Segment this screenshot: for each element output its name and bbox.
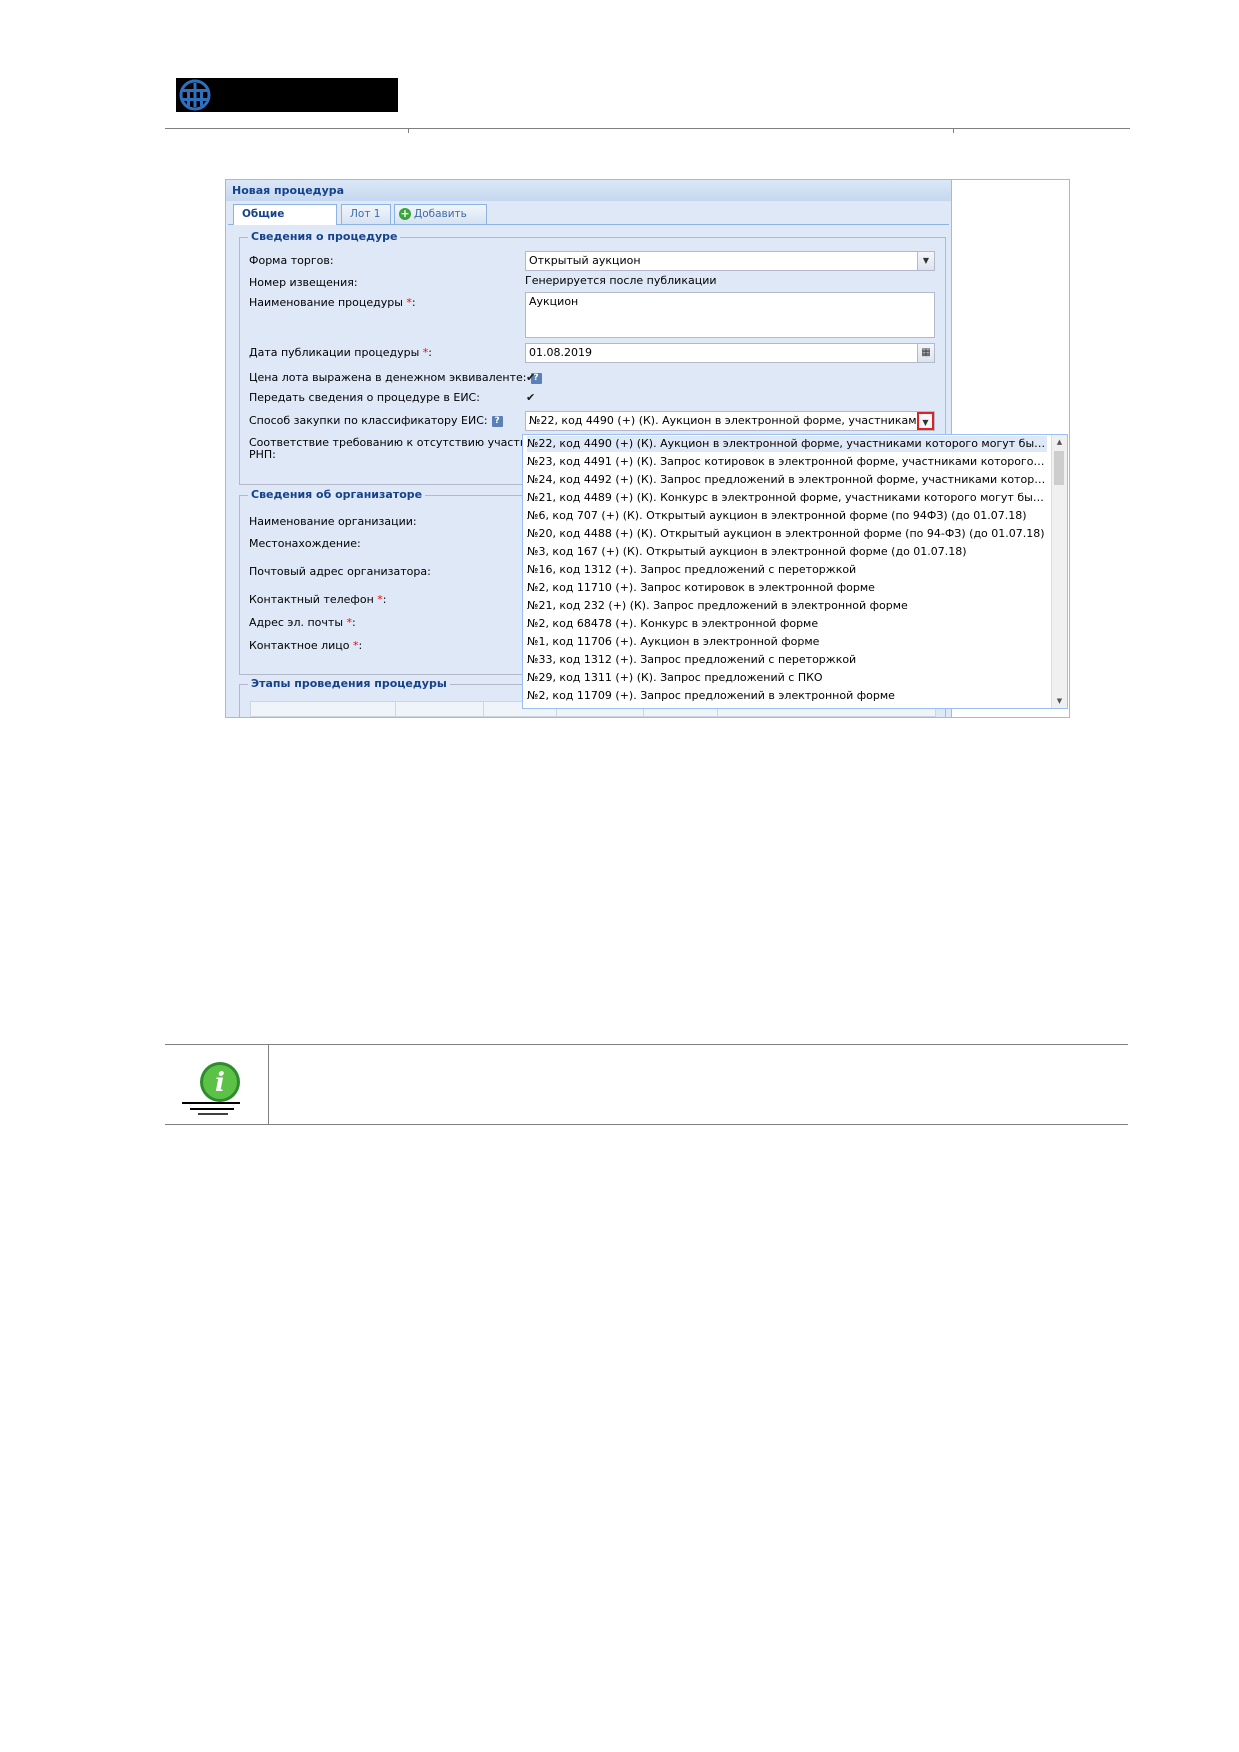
email-label-text: Адрес эл. почты bbox=[249, 616, 343, 629]
tab-label: Лот 1 bbox=[350, 208, 381, 220]
price-label: Цена лота выражена в денежном эквивалент… bbox=[249, 371, 542, 384]
dropdown-option[interactable]: №22, код 4490 (+) (К). Аукцион в электро… bbox=[527, 436, 1047, 452]
dropdown-option[interactable]: №16, код 1312 (+). Запрос предложений с … bbox=[527, 562, 1047, 578]
name-label-text: Наименование процедуры bbox=[249, 296, 403, 309]
dropdown-option[interactable]: №6, код 707 (+) (К). Открытый аукцион в … bbox=[527, 508, 1047, 524]
dropdown-option[interactable]: №3, код 167 (+) (К). Открытый аукцион в … bbox=[527, 544, 1047, 560]
pubdate-input[interactable]: 01.08.2019 ▦ bbox=[525, 343, 935, 363]
dropdown-option[interactable]: №21, код 232 (+) (К). Запрос предложений… bbox=[527, 598, 1047, 614]
rnp-label-cont: РНП: bbox=[249, 448, 276, 461]
company-logo bbox=[176, 78, 398, 112]
tab-bar: Общие сведения Лот 1× +Добавить лот bbox=[228, 201, 949, 238]
dropdown-option[interactable]: №2, код 11710 (+). Запрос котировок в эл… bbox=[527, 580, 1047, 596]
dropdown-option[interactable]: №1, код 11706 (+). Аукцион в электронной… bbox=[527, 634, 1047, 650]
window-title: Новая процедура bbox=[226, 180, 951, 201]
eis-checkbox[interactable]: ✔ bbox=[526, 392, 537, 403]
note-divider bbox=[268, 1044, 269, 1125]
fieldset-legend: Сведения об организаторе bbox=[248, 488, 426, 501]
note-bottom-rule bbox=[165, 1124, 1128, 1125]
label-colon: : bbox=[358, 639, 363, 652]
label-colon: : bbox=[352, 616, 356, 629]
tab-general-info[interactable]: Общие сведения bbox=[233, 204, 337, 238]
dropdown-scrollbar[interactable]: ▲ ▼ bbox=[1051, 435, 1067, 708]
scroll-down-icon[interactable]: ▼ bbox=[1052, 694, 1067, 708]
dropdown-option[interactable]: №29, код 1311 (+) (К). Запрос предложени… bbox=[527, 670, 1047, 686]
phone-label: Контактный телефон *: bbox=[249, 593, 386, 606]
tab-lot-1[interactable]: Лот 1× bbox=[341, 204, 391, 238]
fieldset-legend: Сведения о процедуре bbox=[248, 230, 401, 243]
dropdown-option[interactable]: №20, код 4488 (+) (К). Открытый аукцион … bbox=[527, 526, 1047, 542]
location-label: Местонахождение: bbox=[249, 537, 361, 550]
email-label: Адрес эл. почты *: bbox=[249, 616, 356, 629]
header-rule bbox=[165, 128, 1130, 129]
fieldset-legend: Этапы проведения процедуры bbox=[248, 677, 450, 690]
pubdate-label-text: Дата публикации процедуры bbox=[249, 346, 420, 359]
scrollbar-thumb[interactable] bbox=[1054, 451, 1064, 485]
add-icon: + bbox=[399, 207, 411, 220]
method-value: №22, код 4490 (+) (К). Аукцион в электро… bbox=[529, 414, 934, 427]
logo-emblem-icon bbox=[179, 79, 211, 111]
form-value: Открытый аукцион bbox=[529, 254, 641, 267]
form-select[interactable]: Открытый аукцион ▼ bbox=[525, 251, 935, 271]
notice-value: Генерируется после публикации bbox=[525, 274, 717, 287]
eis-label: Передать сведения о процедуре в ЕИС: bbox=[249, 391, 480, 404]
name-label: Наименование процедуры *: bbox=[249, 296, 416, 309]
pubdate-label: Дата публикации процедуры *: bbox=[249, 346, 432, 359]
method-select[interactable]: №22, код 4490 (+) (К). Аукцион в электро… bbox=[525, 411, 935, 431]
calendar-icon[interactable]: ▦ bbox=[917, 344, 934, 362]
method-dropdown-list: №22, код 4490 (+) (К). Аукцион в электро… bbox=[522, 434, 1068, 709]
chevron-down-icon[interactable]: ▼ bbox=[917, 412, 934, 430]
dropdown-option[interactable]: №23, код 4491 (+) (К). Запрос котировок … bbox=[527, 454, 1047, 470]
contact-label: Контактное лицо *: bbox=[249, 639, 362, 652]
label-colon: : bbox=[428, 346, 432, 359]
add-lot-button[interactable]: +Добавить лот bbox=[394, 204, 487, 238]
org-name-label: Наименование организации: bbox=[249, 515, 417, 528]
dropdown-option[interactable]: №2, код 11709 (+). Запрос предложений в … bbox=[527, 688, 1047, 704]
dropdown-option[interactable]: №21, код 4489 (+) (К). Конкурс в электро… bbox=[527, 490, 1047, 506]
grid-column-divider bbox=[395, 702, 396, 716]
phone-label-text: Контактный телефон bbox=[249, 593, 374, 606]
scroll-up-icon[interactable]: ▲ bbox=[1052, 435, 1067, 449]
pubdate-value: 01.08.2019 bbox=[529, 346, 592, 359]
help-icon[interactable]: ? bbox=[491, 415, 503, 427]
name-textarea[interactable]: Аукцион bbox=[525, 292, 935, 338]
header-rule-tick bbox=[953, 128, 954, 133]
contact-label-text: Контактное лицо bbox=[249, 639, 350, 652]
grid-column-divider bbox=[483, 702, 484, 716]
rnp-label: Соответствие требованию к отсутствию уча… bbox=[249, 436, 558, 449]
info-icon: i bbox=[182, 1062, 240, 1115]
dropdown-option[interactable]: №2, код 68478 (+). Конкурс в электронной… bbox=[527, 616, 1047, 632]
price-label-text: Цена лота выражена в денежном эквивалент… bbox=[249, 371, 527, 384]
notice-label: Номер извещения: bbox=[249, 276, 358, 289]
method-label-text: Способ закупки по классификатору ЕИС: bbox=[249, 414, 488, 427]
postal-label: Почтовый адрес организатора: bbox=[249, 565, 431, 578]
dropdown-option[interactable]: №24, код 4492 (+) (К). Запрос предложени… bbox=[527, 472, 1047, 488]
chevron-down-icon[interactable]: ▼ bbox=[917, 252, 934, 270]
method-label: Способ закупки по классификатору ЕИС:? bbox=[249, 414, 503, 427]
label-colon: : bbox=[411, 296, 416, 309]
price-checkbox[interactable]: ✔ bbox=[526, 372, 537, 383]
label-colon: : bbox=[382, 593, 387, 606]
svg-text:i: i bbox=[215, 1068, 225, 1098]
name-value: Аукцион bbox=[529, 295, 579, 308]
form-label: Форма торгов: bbox=[249, 254, 334, 267]
note-top-rule bbox=[165, 1044, 1128, 1045]
dropdown-option[interactable]: №33, код 1312 (+). Запрос предложений с … bbox=[527, 652, 1047, 668]
header-rule-tick bbox=[408, 128, 409, 133]
